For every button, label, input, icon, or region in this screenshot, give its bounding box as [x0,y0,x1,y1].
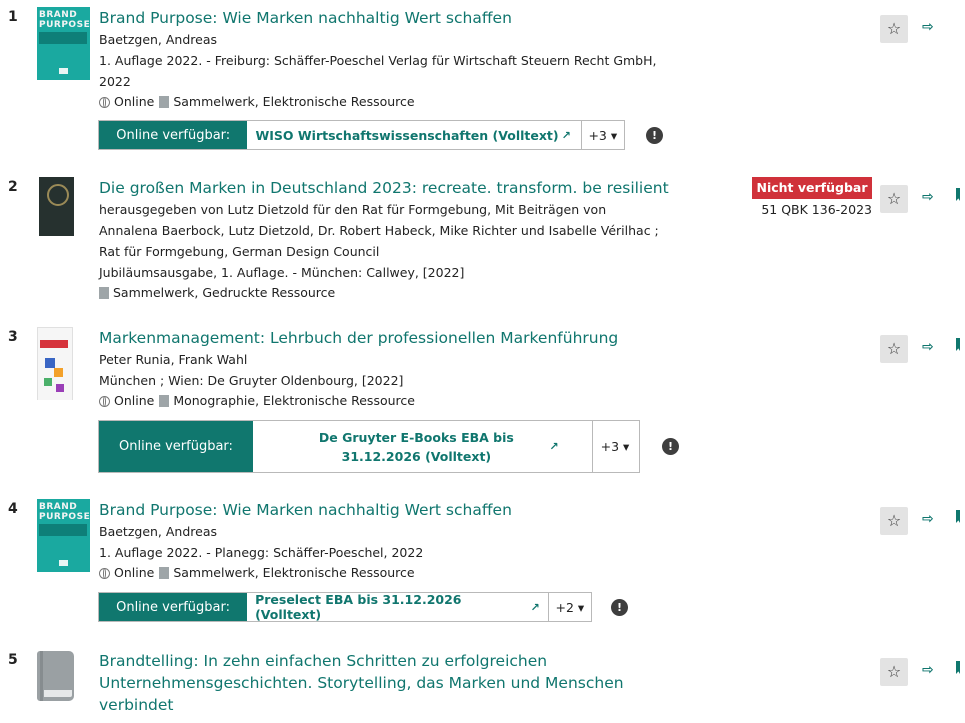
document-icon [159,567,170,579]
status-badge: Nicht verfügbar [752,177,872,199]
star-icon[interactable]: ☆ [880,658,908,686]
result-format: Online Monographie, Elektronische Ressou… [99,391,689,411]
star-icon[interactable]: ☆ [880,335,908,363]
result-title[interactable]: Markenmanagement: Lehrbuch der professio… [99,327,689,349]
share-icon[interactable]: ⇨ [922,339,934,355]
bookmark-icon[interactable] [956,510,960,523]
cover-thumbnail[interactable] [37,177,90,250]
online-available-label: Online verfügbar: [99,121,248,149]
result-author: Baetzgen, Andreas [99,32,218,47]
result-title[interactable]: Brand Purpose: Wie Marken nachhaltig Wer… [99,7,689,29]
document-icon [159,96,170,108]
share-icon[interactable]: ⇨ [922,662,934,678]
star-icon[interactable]: ☆ [880,507,908,535]
result-publication: München ; Wien: De Gruyter Oldenbourg, [… [99,373,404,388]
result-number: 4 [8,501,18,517]
result-number: 5 [8,652,18,668]
share-icon[interactable]: ⇨ [922,19,934,35]
result-number: 1 [8,9,18,25]
share-icon[interactable]: ⇨ [922,511,934,527]
result-format: Online Sammelwerk, Elektronische Ressour… [99,92,689,112]
result-number: 3 [8,329,18,345]
online-available-label: Online verfügbar: [99,421,253,472]
document-icon [159,395,170,407]
bookmark-icon[interactable] [956,188,960,201]
cover-thumbnail[interactable]: BRAND PURPOSE [37,499,90,572]
fulltext-link[interactable]: WISO Wirtschaftswissenschaften (Volltext… [247,121,580,149]
result-title[interactable]: Brandtelling: In zehn einfachen Schritte… [99,650,659,716]
book-placeholder-icon [37,650,90,723]
globe-icon [99,567,110,579]
globe-icon [99,395,110,407]
bookmark-icon[interactable] [956,338,960,351]
result-title[interactable]: Die großen Marken in Deutschland 2023: r… [99,177,689,199]
star-icon[interactable]: ☆ [880,185,908,213]
result-publication: 1. Auflage 2022. - Planegg: Schäffer-Poe… [99,545,424,560]
result-format: Sammelwerk, Gedruckte Ressource [99,283,689,303]
result-author: Peter Runia, Frank Wahl [99,352,248,367]
fulltext-link[interactable]: De Gruyter E-Books EBA bis 31.12.2026 (V… [253,421,592,472]
cover-text: BRAND PURPOSE [39,502,90,522]
external-link-icon: ↗ [561,128,571,142]
result-format: Online Sammelwerk, Elektronische Ressour… [99,563,689,583]
online-availability: Online verfügbar: Preselect EBA bis 31.1… [98,592,592,622]
globe-icon [99,96,110,108]
cover-text: BRAND PURPOSE [39,10,90,30]
fulltext-link[interactable]: Preselect EBA bis 31.12.2026 (Volltext) ↗ [247,592,548,622]
online-availability: Online verfügbar: WISO Wirtschaftswissen… [98,120,625,150]
bookmark-icon[interactable] [956,661,960,674]
more-links-dropdown[interactable]: +3 ▾ [580,121,624,149]
cover-thumbnail[interactable] [37,327,90,400]
result-title[interactable]: Brand Purpose: Wie Marken nachhaltig Wer… [99,499,689,521]
result-author: Baetzgen, Andreas [99,524,218,539]
result-publication: Jubiläumsausgabe, 1. Auflage. - München:… [99,265,465,280]
document-icon [99,287,109,299]
info-icon[interactable]: ! [611,599,628,616]
more-links-dropdown[interactable]: +2 ▾ [547,593,591,621]
result-publication: 1. Auflage 2022. - Freiburg: Schäffer-Po… [99,53,657,89]
external-link-icon: ↗ [530,600,540,614]
result-number: 2 [8,179,18,195]
call-number: 51 QBK 136-2023 [761,202,872,217]
more-links-dropdown[interactable]: +3 ▾ [592,421,637,472]
external-link-icon: ↗ [549,440,559,453]
cover-thumbnail[interactable]: BRAND PURPOSE [37,7,90,80]
info-icon[interactable]: ! [646,127,663,144]
online-available-label: Online verfügbar: [99,593,248,621]
result-author: herausgegeben von Lutz Dietzold für den … [99,202,659,259]
online-availability: Online verfügbar: De Gruyter E-Books EBA… [98,420,640,473]
star-icon[interactable]: ☆ [880,15,908,43]
info-icon[interactable]: ! [662,438,679,455]
share-icon[interactable]: ⇨ [922,189,934,205]
